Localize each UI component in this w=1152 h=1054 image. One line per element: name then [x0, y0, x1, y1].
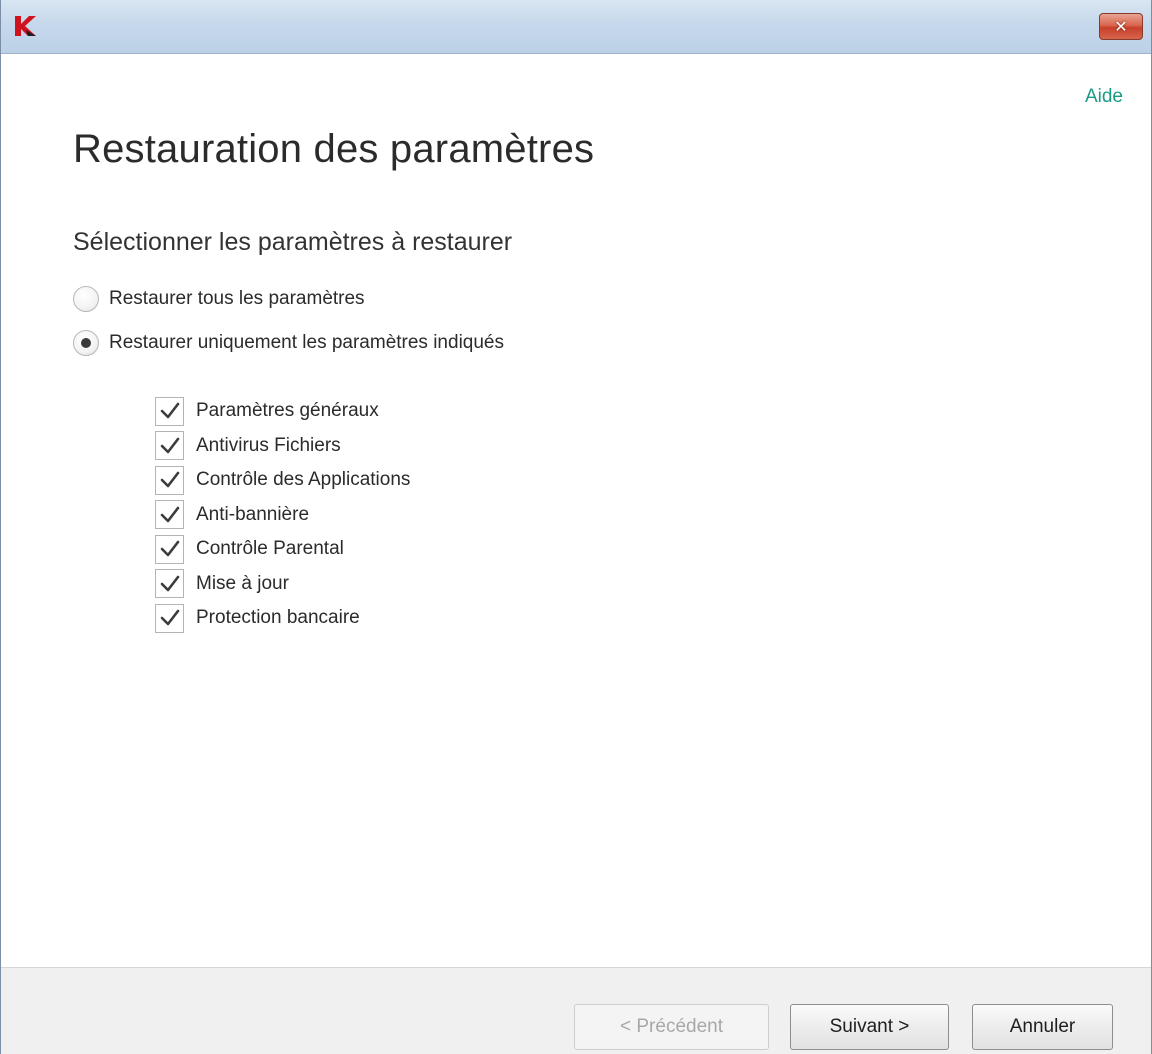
checkbox[interactable]: [155, 431, 184, 461]
checkbox[interactable]: [155, 500, 184, 530]
checkbox-item-file-antivirus[interactable]: Antivirus Fichiers: [155, 429, 410, 464]
checkbox[interactable]: [155, 465, 184, 495]
title-bar: ✕: [1, 0, 1151, 54]
checkmark-icon: [160, 609, 179, 626]
checkbox-item-general[interactable]: Paramètres généraux: [155, 394, 410, 429]
help-link[interactable]: Aide: [1085, 86, 1123, 108]
close-icon: ✕: [1114, 16, 1128, 36]
checkbox-label: Mise à jour: [196, 572, 289, 594]
checkbox-item-anti-banner[interactable]: Anti-bannière: [155, 498, 410, 533]
radio-dot-icon: [81, 338, 91, 348]
checkbox-item-application-control[interactable]: Contrôle des Applications: [155, 463, 410, 498]
checkbox-label: Contrôle des Applications: [196, 469, 411, 491]
previous-button[interactable]: < Précédent: [574, 1004, 769, 1050]
page-title: Restauration des paramètres: [73, 127, 595, 171]
checkbox[interactable]: [155, 603, 184, 633]
checkbox-label: Contrôle Parental: [196, 538, 344, 560]
checkmark-icon: [160, 506, 179, 523]
checkmark-icon: [160, 437, 179, 454]
checkbox-label: Paramètres généraux: [196, 400, 379, 422]
checkmark-icon: [160, 402, 179, 419]
radio-button-selected[interactable]: [73, 330, 99, 356]
checkbox[interactable]: [155, 569, 184, 599]
checkbox-label: Anti-bannière: [196, 503, 310, 525]
checkmark-icon: [160, 471, 179, 488]
radio-restore-selected[interactable]: Restaurer uniquement les paramètres indi…: [73, 330, 504, 356]
checkmark-icon: [160, 540, 179, 557]
radio-label: Restaurer tous les paramètres: [109, 288, 365, 309]
radio-restore-all[interactable]: Restaurer tous les paramètres: [73, 286, 365, 312]
settings-checklist: Paramètres généraux Antivirus Fichiers C…: [155, 394, 410, 636]
kaspersky-logo-icon: [15, 16, 36, 36]
section-subtitle: Sélectionner les paramètres à restaurer: [73, 228, 513, 256]
checkbox[interactable]: [155, 396, 184, 426]
checkbox-label: Protection bancaire: [196, 607, 360, 629]
checkbox-label: Antivirus Fichiers: [196, 434, 341, 456]
checkbox-item-update[interactable]: Mise à jour: [155, 567, 410, 602]
cancel-button[interactable]: Annuler: [972, 1004, 1113, 1050]
next-button[interactable]: Suivant >: [790, 1004, 949, 1050]
checkbox-item-safe-money[interactable]: Protection bancaire: [155, 601, 410, 636]
checkmark-icon: [160, 575, 179, 592]
radio-label: Restaurer uniquement les paramètres indi…: [109, 332, 504, 353]
close-button[interactable]: ✕: [1099, 13, 1143, 40]
radio-button[interactable]: [73, 286, 99, 312]
checkbox[interactable]: [155, 534, 184, 564]
checkbox-item-parental-control[interactable]: Contrôle Parental: [155, 532, 410, 567]
restore-settings-window: ✕ Aide Restauration des paramètres Sélec…: [0, 0, 1152, 1054]
